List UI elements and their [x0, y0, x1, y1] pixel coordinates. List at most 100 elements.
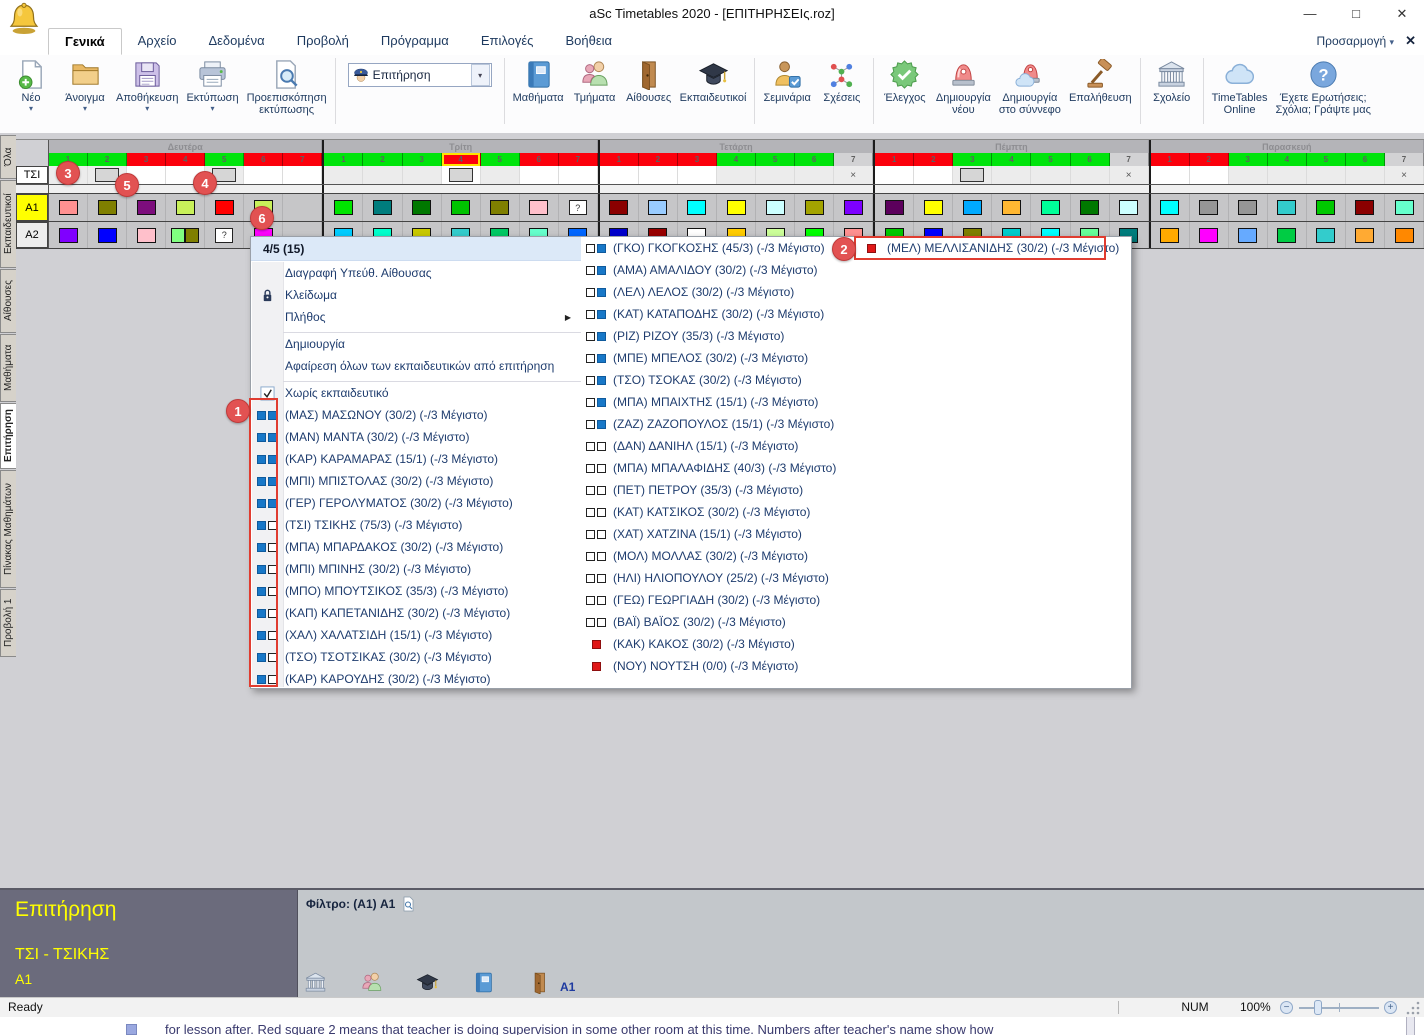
period-header[interactable]: 4 [1268, 153, 1307, 166]
lesson-cell[interactable] [324, 194, 363, 221]
view-selector-combo[interactable]: Επιτήρηση▾ [348, 63, 492, 87]
lesson-cell[interactable] [1071, 194, 1110, 221]
lesson-cell[interactable] [600, 194, 639, 221]
period-header[interactable]: 3 [678, 153, 717, 166]
period-header[interactable]: 2 [914, 153, 953, 166]
period-header[interactable]: 5 [756, 153, 795, 166]
period-header[interactable]: 2 [1190, 153, 1229, 166]
zoom-out-button[interactable]: − [1280, 1001, 1293, 1014]
period-header[interactable]: 5 [205, 153, 244, 166]
period-header[interactable]: 4 [442, 153, 481, 166]
ribbon-button-Δημιουργία[interactable]: Δημιουργία νέου [932, 57, 995, 119]
menu-teacher-item[interactable]: (ΜΟΛ) ΜΟΛΛΑΣ (30/2) (-/3 Μέγιστο) [581, 545, 857, 567]
menu-teacher-item[interactable]: (ΚΑΚ) ΚΑΚΟΣ (30/2) (-/3 Μέγιστο) [581, 633, 857, 655]
lesson-cell[interactable] [1190, 222, 1229, 248]
supervision-cell[interactable] [600, 166, 639, 184]
period-header[interactable]: 4 [717, 153, 756, 166]
row-label-ΤΣΙ[interactable]: ΤΣΙ [16, 166, 48, 184]
menu-command[interactable]: Δημιουργία [251, 333, 581, 355]
supervision-cell[interactable] [403, 166, 442, 184]
supervision-cell[interactable] [88, 166, 127, 184]
period-header[interactable]: 6 [244, 153, 283, 166]
supervision-cell[interactable] [1031, 166, 1070, 184]
tab-Βοήθεια[interactable]: Βοήθεια [549, 28, 628, 55]
ribbon-button-Τμήματα[interactable]: Τμήματα [568, 57, 622, 106]
supervision-cell[interactable] [795, 166, 834, 184]
ribbon-button-Σχέσεις[interactable]: Σχέσεις [815, 57, 869, 106]
lesson-cell[interactable] [403, 194, 442, 221]
lesson-cell[interactable] [1307, 194, 1346, 221]
period-header[interactable]: 1 [49, 153, 88, 166]
tab-Πρόγραμμα[interactable]: Πρόγραμμα [365, 28, 465, 55]
lesson-cell[interactable] [88, 222, 127, 248]
door-icon[interactable] [528, 971, 551, 994]
menu-teacher-item[interactable]: (ΒΑΪ) ΒΑΪΟΣ (30/2) (-/3 Μέγιστο) [581, 611, 857, 633]
supervision-cell[interactable] [875, 166, 914, 184]
sidebar-tab-Εκπαιδευτικοί[interactable]: Εκπαιδευτικοί [0, 180, 16, 268]
period-header[interactable]: 4 [992, 153, 1031, 166]
supervision-box[interactable] [960, 168, 984, 182]
lesson-cell[interactable] [1190, 194, 1229, 221]
supervision-cell[interactable] [283, 166, 322, 184]
menu-teacher-item[interactable]: (ΗΛΙ) ΗΛΙΟΠΟΥΛΟΥ (25/2) (-/3 Μέγιστο) [581, 567, 857, 589]
grad-cap-icon[interactable] [416, 971, 439, 994]
ribbon-button-Νέο[interactable]: Νέο▾ [4, 57, 58, 115]
period-header[interactable]: 7 [283, 153, 322, 166]
zoom-slider-thumb[interactable] [1314, 1000, 1322, 1015]
supervision-cell[interactable] [324, 166, 363, 184]
lesson-cell[interactable] [1385, 194, 1424, 221]
supervision-cell[interactable] [520, 166, 559, 184]
supervision-cell[interactable]: × [1385, 166, 1424, 184]
menu-teacher-item[interactable]: (ΤΣΙ) ΤΣΙΚΗΣ (75/3) (-/3 Μέγιστο) [251, 514, 581, 536]
lesson-cell[interactable] [717, 194, 756, 221]
menu-teacher-item[interactable]: (ΚΑΠ) ΚΑΠΕΤΑΝΙΔΗΣ (30/2) (-/3 Μέγιστο) [251, 602, 581, 624]
supervision-cell[interactable] [205, 166, 244, 184]
ribbon-close-icon[interactable]: ✕ [1405, 28, 1416, 54]
period-header[interactable]: 7 [834, 153, 873, 166]
menu-teacher-item[interactable]: (ΑΜΑ) ΑΜΑΛΙΔΟΥ (30/2) (-/3 Μέγιστο) [581, 259, 857, 281]
lesson-cell[interactable] [1385, 222, 1424, 248]
lesson-cell[interactable] [166, 222, 205, 248]
menu-teacher-item[interactable]: (ΓΕΡ) ΓΕΡΟΛΥΜΑΤΟΣ (30/2) (-/3 Μέγιστο) [251, 492, 581, 514]
period-header[interactable]: 6 [520, 153, 559, 166]
lesson-cell[interactable] [1229, 194, 1268, 221]
menu-command[interactable]: Κλείδωμα [251, 284, 581, 306]
ribbon-button-Έλεγχος[interactable]: Έλεγχος [878, 57, 932, 106]
supervision-cell[interactable] [49, 166, 88, 184]
supervision-cell[interactable] [1190, 166, 1229, 184]
menu-teacher-item[interactable]: (ΛΕΛ) ΛΕΛΟΣ (30/2) (-/3 Μέγιστο) [581, 281, 857, 303]
supervision-cell[interactable] [914, 166, 953, 184]
lesson-cell[interactable] [953, 194, 992, 221]
period-header[interactable]: 6 [795, 153, 834, 166]
period-header[interactable]: 3 [403, 153, 442, 166]
supervision-cell[interactable] [442, 166, 481, 184]
period-header[interactable]: 1 [1151, 153, 1190, 166]
menu-command[interactable]: Πλήθος▶ [251, 306, 581, 328]
ribbon-button-Δημιουργία[interactable]: Δημιουργία στο σύννεφο [995, 57, 1065, 119]
combo-dropdown-arrow[interactable]: ▾ [471, 64, 490, 86]
menu-command[interactable]: Χωρίς εκπαιδευτικό [251, 382, 581, 404]
menu-teacher-item[interactable]: (ΧΑΛ) ΧΑΛΑΤΣΙΔΗ (15/1) (-/3 Μέγιστο) [251, 624, 581, 646]
supervision-cell[interactable] [953, 166, 992, 184]
period-header[interactable]: 3 [1229, 153, 1268, 166]
book-icon[interactable] [472, 971, 495, 994]
period-header[interactable]: 5 [1307, 153, 1346, 166]
school-building-icon[interactable] [304, 971, 327, 994]
tab-Επιλογές[interactable]: Επιλογές [465, 28, 550, 55]
maximize-button[interactable]: □ [1334, 0, 1378, 28]
supervision-cell[interactable] [1229, 166, 1268, 184]
lesson-cell[interactable] [639, 194, 678, 221]
ribbon-button-Αποθήκευση[interactable]: Αποθήκευση▾ [112, 57, 182, 115]
ribbon-button-Αίθουσες[interactable]: Αίθουσες [622, 57, 676, 106]
supervision-cell[interactable] [1071, 166, 1110, 184]
period-header[interactable]: 3 [127, 153, 166, 166]
sidebar-tab-Προβολή 1[interactable]: Προβολή 1 [0, 589, 16, 657]
sidebar-tab-Μαθήματα[interactable]: Μαθήματα [0, 334, 16, 402]
supervision-cell[interactable] [639, 166, 678, 184]
ribbon-button-Μαθήματα[interactable]: Μαθήματα [509, 57, 568, 106]
lesson-cell[interactable] [1268, 194, 1307, 221]
supervision-cell[interactable] [1268, 166, 1307, 184]
menu-teacher-item[interactable]: (ΤΣΟ) ΤΣΟΤΣΙΚΑΣ (30/2) (-/3 Μέγιστο) [251, 646, 581, 668]
lesson-cell[interactable] [166, 194, 205, 221]
lesson-cell[interactable] [992, 194, 1031, 221]
